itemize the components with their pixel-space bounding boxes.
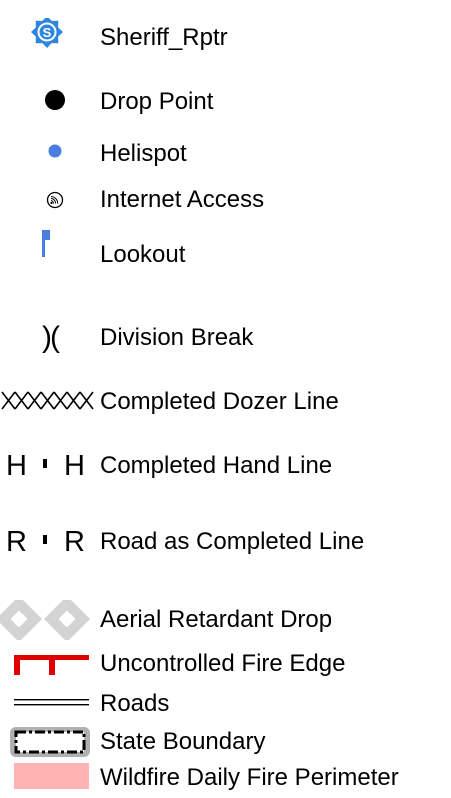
legend-item-sheriff-rptr: S Sheriff_Rptr: [0, 18, 451, 58]
legend-item-division-break: )( Division Break: [0, 318, 451, 358]
legend-label-aerial-retardant-drop: Aerial Retardant Drop: [100, 606, 333, 633]
wifi-circle-icon: [0, 180, 96, 220]
legend-label-completed-hand-line: Completed Hand Line: [100, 452, 333, 479]
fire-edge-icon: [0, 644, 96, 684]
legend-label-state-boundary: State Boundary: [100, 728, 266, 755]
blue-dot-icon: [0, 134, 96, 174]
legend-label-division-break: Division Break: [100, 324, 254, 351]
legend-label-wildfire-daily-fire-perimeter: Wildfire Daily Fire Perimeter: [100, 764, 399, 791]
legend-label-road-as-completed-line: Road as Completed Line: [100, 528, 365, 555]
blue-flag-icon: [0, 230, 96, 270]
legend-label-lookout: Lookout: [100, 240, 186, 268]
legend-item-uncontrolled-fire-edge: Uncontrolled Fire Edge: [0, 644, 451, 684]
road-line-right-letter: R: [64, 526, 85, 558]
legend-item-aerial-retardant-drop: Aerial Retardant Drop: [0, 600, 451, 640]
hand-line-right-letter: H: [64, 450, 85, 482]
legend-item-internet-access: Internet Access: [0, 180, 451, 220]
hand-line-icon: H H: [0, 446, 96, 486]
division-break-icon: )(: [42, 321, 60, 354]
legend-item-helispot: Helispot: [0, 134, 451, 174]
legend-label-sheriff-rptr: Sheriff_Rptr: [100, 24, 228, 51]
legend-label-completed-dozer-line: Completed Dozer Line: [100, 388, 339, 415]
legend-label-helispot: Helispot: [100, 140, 187, 167]
legend-item-completed-dozer-line: Completed Dozer Line: [0, 382, 451, 422]
legend-label-uncontrolled-fire-edge: Uncontrolled Fire Edge: [100, 650, 346, 677]
legend-item-lookout: Lookout: [0, 230, 451, 270]
sheriff-badge-letter: S: [43, 25, 52, 40]
legend-label-internet-access: Internet Access: [100, 186, 265, 213]
legend-item-drop-point: Drop Point: [0, 82, 451, 122]
legend-item-state-boundary: State Boundary: [0, 722, 451, 762]
map-legend: S Sheriff_Rptr Drop Point Helispot Inter…: [0, 0, 451, 797]
legend-item-wildfire-daily-fire-perimeter: Wildfire Daily Fire Perimeter: [0, 758, 451, 798]
road-line-icon: R R: [0, 522, 96, 562]
legend-item-road-as-completed-line: R R Road as Completed Line: [0, 522, 451, 562]
legend-item-roads: Roads: [0, 684, 451, 724]
road-double-line-icon: [0, 684, 96, 724]
legend-label-drop-point: Drop Point: [100, 88, 214, 115]
fire-perimeter-swatch-icon: [0, 758, 96, 798]
state-boundary-icon: [0, 722, 96, 762]
dozer-line-icon: [0, 382, 96, 422]
legend-label-roads: Roads: [100, 690, 170, 717]
retardant-diamond-icon: [0, 600, 96, 640]
sheriff-badge-icon: S: [0, 18, 96, 58]
black-dot-icon: [0, 82, 96, 122]
legend-item-completed-hand-line: H H Completed Hand Line: [0, 446, 451, 486]
